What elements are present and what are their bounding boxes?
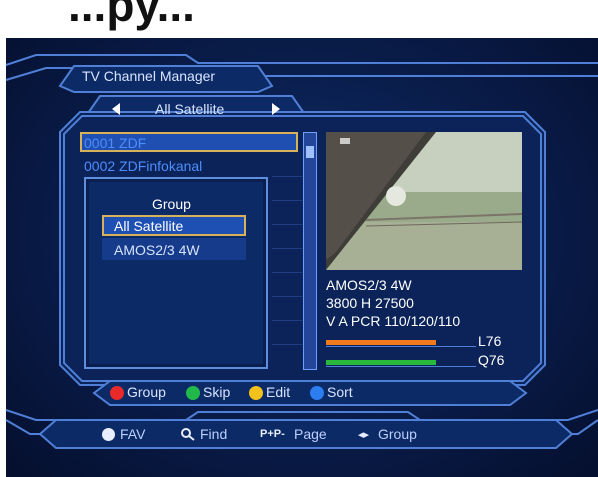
list-divider: [272, 200, 302, 201]
prev-satellite-arrow-icon[interactable]: [112, 103, 120, 115]
channel-list-scrollbar[interactable]: [303, 132, 317, 370]
find-key-icon: [181, 428, 195, 441]
help-find: Find: [200, 426, 228, 442]
list-divider: [272, 272, 302, 273]
info-satellite: AMOS2/3 4W: [326, 277, 412, 293]
legend-skip[interactable]: Skip: [203, 384, 230, 400]
signal-level-label: L76: [478, 333, 502, 349]
green-dot-icon: [186, 386, 200, 400]
level-underline: [326, 346, 476, 347]
list-divider: [272, 176, 302, 177]
next-satellite-arrow-icon[interactable]: [272, 103, 280, 115]
help-page: Page: [294, 426, 327, 442]
blue-dot-icon: [310, 386, 324, 400]
help-group: Group: [378, 426, 417, 442]
signal-quality-label: Q76: [478, 352, 505, 368]
list-divider: [272, 296, 302, 297]
help-fav: FAV: [120, 426, 146, 442]
preview-image: [326, 132, 522, 270]
channel-item-2[interactable]: 0002 ZDFinfokanal: [84, 158, 202, 174]
info-frequency: 3800 H 27500: [326, 295, 414, 311]
legend-sort[interactable]: Sort: [327, 384, 353, 400]
group-popup-title: Group: [152, 196, 191, 212]
yellow-dot-icon: [249, 386, 263, 400]
channel-item-1[interactable]: 0001 ZDF: [84, 135, 146, 151]
legend-group[interactable]: Group: [127, 384, 166, 400]
group-option-amos[interactable]: AMOS2/3 4W: [114, 242, 200, 258]
fav-key-icon: [102, 428, 115, 441]
tv-screen: ...py... TV Channel Manager All Satellit: [0, 0, 598, 477]
list-divider: [272, 224, 302, 225]
signal-level-bar: [326, 340, 437, 345]
list-divider: [272, 248, 302, 249]
quality-underline: [326, 366, 476, 367]
satellite-selector-label[interactable]: All Satellite: [155, 101, 224, 117]
scrollbar-thumb[interactable]: [306, 146, 314, 158]
legend-edit[interactable]: Edit: [266, 384, 290, 400]
video-preview: [326, 132, 522, 270]
list-divider: [272, 320, 302, 321]
info-pids: V A PCR 110/120/110: [326, 313, 461, 329]
signal-quality-bar: [326, 360, 437, 365]
list-divider: [272, 344, 302, 345]
group-option-all-satellite[interactable]: All Satellite: [114, 218, 183, 234]
left-right-arrows-icon: ◂▸: [358, 429, 370, 441]
page-key-icon: P+P-: [260, 428, 285, 440]
red-dot-icon: [110, 386, 124, 400]
window-title: TV Channel Manager: [82, 68, 216, 84]
